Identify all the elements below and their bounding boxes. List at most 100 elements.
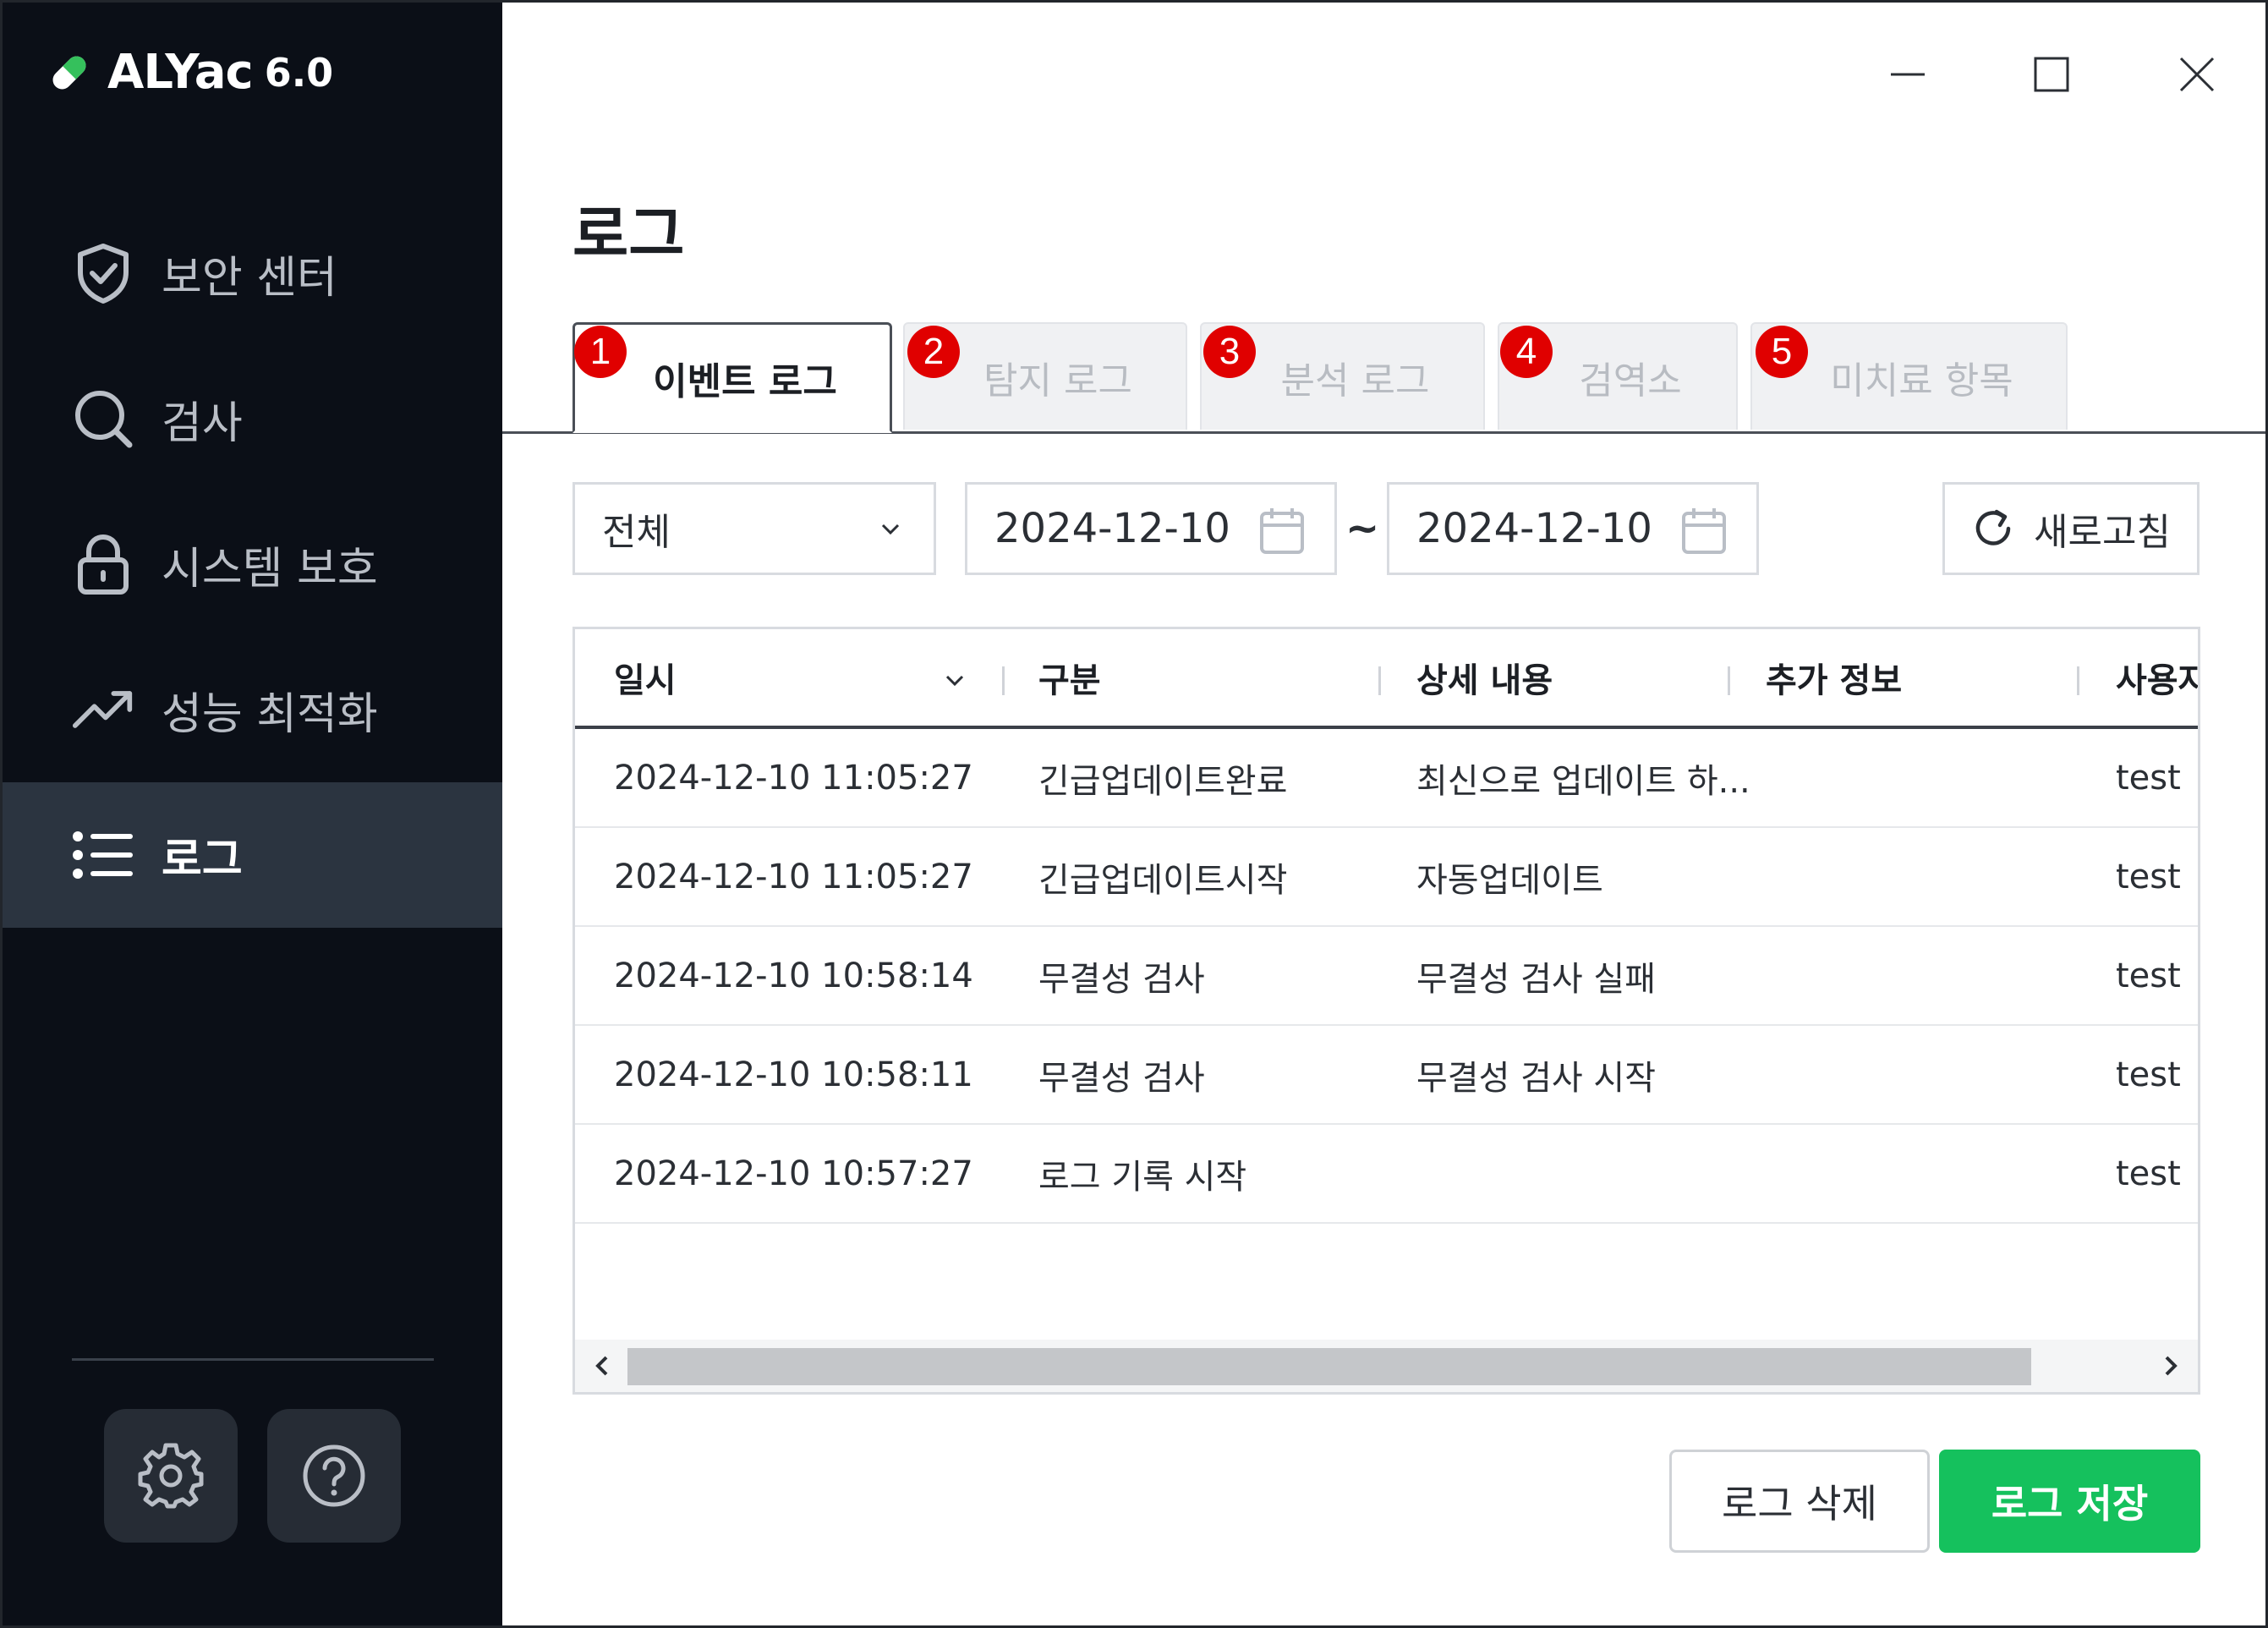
cell-category: 긴급업데이트완료 <box>1038 761 1288 801</box>
date-to-field[interactable]: 2024-12-10 <box>1387 482 1759 575</box>
sidebar-item-security-center[interactable]: 보안 센터 <box>3 200 502 346</box>
chevron-down-icon <box>881 523 900 535</box>
column-separator[interactable] <box>1378 666 1381 695</box>
gear-icon <box>138 1443 204 1509</box>
search-icon <box>72 387 134 450</box>
cell-datetime: 2024-12-10 11:05:27 <box>614 758 973 798</box>
tab-label: 이벤트 로그 <box>653 359 837 403</box>
table-row[interactable]: 2024-12-10 10:58:11 무결성 검사 무결성 검사 시작 tes… <box>575 1026 2198 1125</box>
table-row[interactable]: 2024-12-10 11:05:27 긴급업데이트완료 최신으로 업데이트 하… <box>575 729 2198 828</box>
sidebar-item-label: 검사 <box>162 397 243 449</box>
close-button[interactable] <box>2159 36 2235 112</box>
cell-details: 무결성 검사 실패 <box>1416 959 1657 999</box>
app-window: ALYac 6.0 보안 센터 검사 시스템 보호 성능 최적화 로그 로그 이… <box>0 0 2268 1628</box>
category-select-value: 전체 <box>602 511 671 554</box>
list-icon <box>72 824 134 886</box>
column-header-user[interactable]: 사용자 <box>2116 629 2198 726</box>
cell-category: 무결성 검사 <box>1038 959 1205 999</box>
table-row[interactable]: 2024-12-10 11:05:27 긴급업데이트시작 자동업데이트 test <box>575 828 2198 927</box>
app-name: ALYac <box>107 45 254 100</box>
scroll-left-button[interactable] <box>578 1340 626 1392</box>
cell-datetime: 2024-12-10 10:58:11 <box>614 1055 973 1094</box>
chevron-left-icon <box>595 1356 608 1376</box>
sidebar-item-log[interactable]: 로그 <box>3 782 502 928</box>
column-header-datetime[interactable]: 일시 <box>614 629 677 726</box>
scroll-right-button[interactable] <box>2147 1340 2194 1392</box>
chevron-right-icon <box>2165 1356 2178 1376</box>
save-log-button[interactable]: 로그 저장 <box>1939 1450 2200 1553</box>
refresh-button[interactable]: 새로고침 <box>1942 482 2200 575</box>
cell-user: test <box>2116 758 2181 798</box>
cell-datetime: 2024-12-10 11:05:27 <box>614 857 973 896</box>
cell-category: 로그 기록 시작 <box>1038 1157 1247 1197</box>
tab-badge: 3 <box>1203 326 1256 378</box>
cell-datetime: 2024-12-10 10:57:27 <box>614 1154 973 1193</box>
trend-up-icon <box>72 678 134 741</box>
tab-badge: 5 <box>1756 326 1808 378</box>
sidebar-item-system-protection[interactable]: 시스템 보호 <box>3 491 502 637</box>
tab-label: 분석 로그 <box>1280 359 1430 403</box>
shield-check-icon <box>72 242 134 304</box>
column-separator[interactable] <box>1002 666 1005 695</box>
column-separator[interactable] <box>2077 666 2079 695</box>
calendar-icon[interactable] <box>1258 507 1306 556</box>
cell-category: 긴급업데이트시작 <box>1038 860 1288 900</box>
calendar-icon[interactable] <box>1680 507 1728 556</box>
table-row[interactable]: 2024-12-10 10:58:14 무결성 검사 무결성 검사 실패 tes… <box>575 927 2198 1026</box>
cell-user: test <box>2116 956 2181 995</box>
settings-button[interactable] <box>104 1409 238 1543</box>
table-row[interactable]: 2024-12-10 10:57:27 로그 기록 시작 test <box>575 1125 2198 1224</box>
page-title: 로그 <box>572 199 685 270</box>
sidebar-item-label: 시스템 보호 <box>162 543 378 595</box>
sidebar-item-scan[interactable]: 검사 <box>3 346 502 491</box>
cell-category: 무결성 검사 <box>1038 1058 1205 1098</box>
cell-datetime: 2024-12-10 10:58:14 <box>614 956 973 995</box>
cell-details: 최신으로 업데이트 하... <box>1416 761 1750 801</box>
log-table: 일시 구분 상세 내용 추가 정보 사용자 2024-12-10 11:05:2… <box>572 627 2200 1395</box>
date-from-field[interactable]: 2024-12-10 <box>965 482 1337 575</box>
date-to-value: 2024-12-10 <box>1416 505 1652 552</box>
column-header-extra-info[interactable]: 추가 정보 <box>1766 629 1902 726</box>
sidebar-item-performance[interactable]: 성능 최적화 <box>3 637 502 782</box>
maximize-button[interactable] <box>2013 36 2090 112</box>
cell-user: test <box>2116 857 2181 896</box>
help-icon <box>303 1444 365 1507</box>
date-range-separator: ~ <box>1345 505 1380 552</box>
minimize-icon <box>1891 73 1925 76</box>
column-header-details[interactable]: 상세 내용 <box>1416 629 1553 726</box>
tab-label: 탐지 로그 <box>983 359 1132 403</box>
lock-icon <box>72 533 134 595</box>
tab-badge: 4 <box>1500 326 1553 378</box>
sidebar: ALYac 6.0 보안 센터 검사 시스템 보호 성능 최적화 로그 <box>3 3 502 1625</box>
help-button[interactable] <box>267 1409 401 1543</box>
save-log-label: 로그 저장 <box>1991 1481 2149 1527</box>
date-from-value: 2024-12-10 <box>994 505 1230 552</box>
column-separator[interactable] <box>1728 666 1730 695</box>
horizontal-scrollbar[interactable] <box>575 1340 2198 1392</box>
cell-details: 자동업데이트 <box>1416 860 1603 900</box>
cell-user: test <box>2116 1055 2181 1094</box>
refresh-label: 새로고침 <box>2034 511 2171 554</box>
close-icon <box>2179 57 2215 92</box>
pill-logo-icon <box>52 56 86 89</box>
maximize-icon <box>2034 57 2069 92</box>
delete-log-button[interactable]: 로그 삭제 <box>1669 1450 1930 1553</box>
tab-label: 검역소 <box>1579 359 1682 403</box>
sidebar-divider <box>72 1358 434 1361</box>
sort-chevron-down-icon[interactable] <box>942 668 967 693</box>
minimize-button[interactable] <box>1870 36 1946 112</box>
tab-label: 미치료 항목 <box>1830 359 2013 403</box>
tab-badge: 2 <box>907 326 960 378</box>
tab-badge: 1 <box>574 326 627 378</box>
column-header-category[interactable]: 구분 <box>1038 629 1101 726</box>
table-header: 일시 구분 상세 내용 추가 정보 사용자 <box>575 629 2198 729</box>
sidebar-item-label: 보안 센터 <box>162 252 337 304</box>
cell-details: 무결성 검사 시작 <box>1416 1058 1657 1098</box>
refresh-icon <box>1975 509 2011 545</box>
category-select[interactable]: 전체 <box>572 482 936 575</box>
sidebar-item-label: 성능 최적화 <box>162 688 378 740</box>
app-logo: ALYac 6.0 <box>48 45 333 100</box>
delete-log-label: 로그 삭제 <box>1722 1481 1877 1527</box>
scrollbar-thumb[interactable] <box>627 1348 2031 1385</box>
cell-user: test <box>2116 1154 2181 1193</box>
